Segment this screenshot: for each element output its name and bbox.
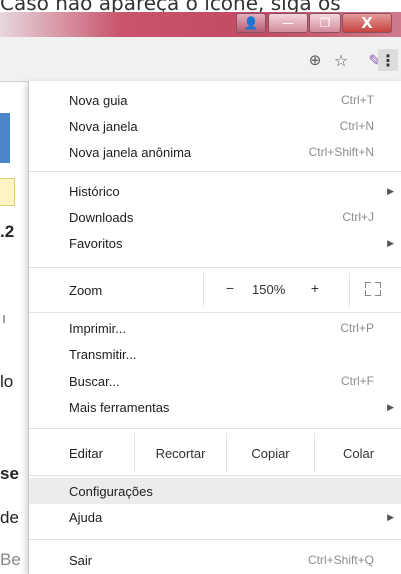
menu-item-shortcut: Ctrl+Shift+N (308, 145, 374, 159)
submenu-arrow-icon: ▶ (387, 401, 394, 412)
zoom-icon[interactable]: ⊕ (304, 49, 326, 71)
menu-item-label: Transmitir... (69, 346, 137, 362)
menu-item-label: Mais ferramentas (69, 399, 170, 415)
paste-button[interactable]: Colar (314, 433, 401, 473)
caption-text: Caso não apareça o ícone, siga os (0, 0, 341, 12)
zoom-value: 150% (252, 282, 286, 297)
menu-item-help[interactable]: Ajuda ▶ (29, 504, 401, 530)
menu-item-label: Ajuda (69, 509, 103, 525)
zoom-in-button[interactable]: + (305, 280, 325, 296)
page-caption: Caso não apareça o ícone, siga os (0, 0, 401, 12)
copy-button[interactable]: Copiar (226, 433, 314, 473)
zoom-label: Zoom (69, 283, 103, 298)
menu-item-label: Configurações (69, 483, 153, 499)
zoom-divider (349, 273, 350, 307)
minimize-icon: — (282, 16, 294, 30)
zoom-divider (203, 273, 204, 307)
maximize-icon: ❐ (319, 16, 331, 30)
fullscreen-icon[interactable] (365, 282, 381, 296)
bg-fragment: se (0, 464, 19, 483)
submenu-arrow-icon: ▶ (387, 511, 394, 522)
menu-separator (29, 267, 401, 268)
menu-item-settings[interactable]: Configurações (29, 478, 401, 504)
menu-separator (29, 312, 401, 313)
menu-item-print[interactable]: Imprimir... Ctrl+P (29, 315, 401, 341)
submenu-arrow-icon: ▶ (387, 185, 394, 196)
menu-item-label: Sair (69, 552, 93, 568)
background-blue-block (0, 113, 10, 163)
bg-fragment: ı (2, 310, 7, 327)
menu-item-bookmarks[interactable]: Favoritos ▶ (29, 230, 401, 256)
menu-item-new-window[interactable]: Nova janela Ctrl+N (29, 113, 401, 139)
maximize-button[interactable]: ❐ (309, 13, 341, 33)
menu-item-find[interactable]: Buscar... Ctrl+F (29, 368, 401, 394)
browser-toolbar: ⊕ ☆ ✎ ⋮ (0, 37, 401, 82)
menu-item-shortcut: Ctrl+Shift+Q (307, 553, 374, 567)
menu-item-shortcut: Ctrl+T (341, 93, 374, 107)
menu-kebab-icon[interactable]: ⋮ (378, 49, 398, 71)
submenu-arrow-icon: ▶ (387, 237, 394, 248)
cut-button[interactable]: Recortar (134, 433, 226, 473)
chrome-main-menu: Nova guia Ctrl+T Nova janela Ctrl+N Nova… (28, 81, 401, 574)
menu-item-label: Nova guia (69, 92, 128, 108)
menu-item-more-tools[interactable]: Mais ferramentas ▶ (29, 394, 401, 420)
menu-edit-row: Editar Recortar Copiar Colar (29, 433, 401, 473)
menu-separator (29, 539, 401, 540)
window-titlebar: 👤 — ❐ X (0, 12, 401, 37)
menu-item-label: Histórico (69, 183, 120, 199)
user-profile-button[interactable]: 👤 (236, 13, 266, 33)
menu-item-downloads[interactable]: Downloads Ctrl+J (29, 204, 401, 230)
bg-fragment: Be (0, 550, 21, 569)
menu-item-cast[interactable]: Transmitir... (29, 341, 401, 367)
user-icon: 👤 (243, 16, 259, 30)
menu-item-label: Imprimir... (69, 320, 127, 336)
menu-item-label: Downloads (69, 209, 134, 225)
menu-item-label: Favoritos (69, 235, 123, 251)
bg-fragment: de (0, 508, 19, 527)
menu-item-incognito[interactable]: Nova janela anônima Ctrl+Shift+N (29, 139, 401, 165)
edit-label: Editar (69, 446, 103, 461)
bg-fragment: .2 (0, 222, 15, 241)
menu-item-shortcut: Ctrl+F (341, 374, 374, 388)
close-button[interactable]: X (342, 13, 392, 33)
background-yellow-block (0, 178, 15, 206)
menu-zoom-row: Zoom − 150% + (29, 273, 401, 307)
menu-item-shortcut: Ctrl+P (340, 321, 374, 335)
bookmark-star-icon[interactable]: ☆ (330, 49, 352, 71)
menu-separator (29, 475, 401, 476)
menu-item-shortcut: Ctrl+N (339, 119, 374, 133)
minimize-button[interactable]: — (268, 13, 308, 33)
close-icon: X (361, 14, 373, 32)
menu-item-new-tab[interactable]: Nova guia Ctrl+T (29, 87, 401, 113)
menu-item-shortcut: Ctrl+J (342, 210, 374, 224)
menu-item-exit[interactable]: Sair Ctrl+Shift+Q (29, 547, 401, 573)
bg-fragment: lo (0, 372, 14, 391)
menu-item-label: Nova janela anônima (69, 144, 192, 160)
zoom-out-button[interactable]: − (220, 280, 240, 296)
menu-item-history[interactable]: Histórico ▶ (29, 178, 401, 204)
menu-item-label: Buscar... (69, 373, 120, 389)
menu-item-label: Nova janela (69, 118, 138, 134)
menu-separator (29, 171, 401, 172)
menu-separator (29, 428, 401, 429)
